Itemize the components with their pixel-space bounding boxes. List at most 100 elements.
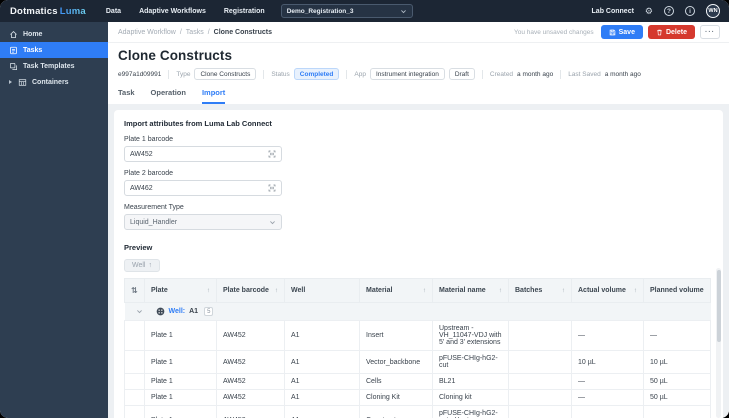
form-field-plate-1-barcode: Plate 1 barcode AW452: [124, 136, 711, 162]
arrow-up-icon: ↑: [148, 262, 152, 269]
import-card: Import attributes from Luma Lab Connect …: [114, 110, 723, 418]
group-row-well-a1[interactable]: Well: A1 5: [124, 302, 711, 321]
tasks-icon: [9, 46, 18, 55]
barcode-input[interactable]: AW452: [124, 146, 282, 162]
breadcrumb-separator: /: [179, 28, 182, 36]
app-logo[interactable]: Dotmatics Luma: [10, 6, 86, 17]
form-field-plate-2-barcode: Plate 2 barcode AW462: [124, 170, 711, 196]
user-avatar[interactable]: WN: [706, 4, 720, 18]
column-header-planned[interactable]: Planned volume: [643, 278, 711, 303]
divider: [346, 69, 348, 79]
column-header-content: Well: [291, 287, 353, 294]
scrollbar-thumb[interactable]: [716, 270, 721, 342]
row-expand-cell: [124, 389, 145, 406]
top-nav-item-adaptive-workflows[interactable]: Adaptive Workflows: [139, 8, 206, 15]
expand-all-icon[interactable]: ⇅: [124, 278, 145, 303]
draft-chip: Draft: [448, 68, 475, 80]
column-header-plate[interactable]: Plate ↑: [144, 278, 217, 303]
field-label: Plate 2 barcode: [124, 170, 174, 177]
sort-icon[interactable]: ↑: [562, 287, 565, 294]
barcode-input[interactable]: AW462: [124, 180, 282, 196]
divider: [168, 69, 170, 79]
info-icon[interactable]: i: [685, 6, 695, 16]
table-scrollbar[interactable]: [716, 268, 721, 418]
tab-task[interactable]: Task: [118, 88, 135, 104]
cell-plate: Plate 1: [144, 320, 217, 351]
table-row[interactable]: Plate 1 AW452 A1 Insert Upstream - VH_11047-…: [124, 320, 711, 351]
sort-icon[interactable]: ↑: [499, 287, 502, 294]
column-header-material[interactable]: Material ↑: [359, 278, 433, 303]
measurement-type-select[interactable]: Liquid_Handler: [124, 214, 282, 230]
column-header-material_name[interactable]: Material name ↑: [432, 278, 509, 303]
created-value: a month ago: [517, 70, 554, 78]
field-value: AW452: [130, 150, 153, 158]
table-row[interactable]: Plate 1 AW452 A1 Vector_backbone pFUSE-CHIg-…: [124, 350, 711, 374]
cell-barcode: AW452: [216, 350, 285, 374]
status-label: Status: [271, 70, 290, 78]
breadcrumb-item[interactable]: Tasks: [186, 29, 204, 36]
delete-label: Delete: [665, 28, 687, 36]
sort-icon[interactable]: ↑: [207, 287, 210, 294]
containers-icon: [18, 78, 27, 87]
help-icon[interactable]: ?: [664, 6, 674, 16]
save-button[interactable]: Save: [600, 25, 643, 39]
row-group-chip-well[interactable]: Well ↑: [124, 259, 160, 272]
cell-barcode: AW452: [216, 373, 285, 390]
topbar-right: Lab Connect ⚙ ? i WN: [592, 4, 720, 18]
breadcrumb-item[interactable]: Adaptive Workflow: [118, 29, 176, 36]
cell-batches: [508, 320, 572, 351]
row-expand-cell: [124, 373, 145, 390]
cell-batches: [508, 389, 572, 406]
cell-material: Cells: [359, 373, 433, 390]
created-label: Created: [489, 70, 514, 78]
import-form: Plate 1 barcode AW452 Plate 2 barcode AW462…: [124, 136, 711, 230]
cell-actual: —: [571, 389, 644, 406]
cell-actual: 10 µL: [571, 350, 644, 374]
top-nav-item-data[interactable]: Data: [106, 8, 121, 15]
templates-icon: [9, 62, 18, 71]
field-label: Plate 1 barcode: [124, 136, 174, 143]
tab-import[interactable]: Import: [201, 88, 226, 104]
sidebar: Home Tasks Task Templates Containers: [0, 22, 108, 418]
table-row[interactable]: Plate 1 AW452 A1 Cloning Kit Cloning kit —50 …: [124, 389, 711, 406]
settings-gear-icon[interactable]: ⚙: [645, 6, 653, 16]
sort-icon[interactable]: ↑: [423, 287, 426, 294]
sort-icon[interactable]: ↑: [634, 287, 637, 294]
column-header-well[interactable]: Well: [284, 278, 360, 303]
content-area: Import attributes from Luma Lab Connect …: [108, 104, 729, 418]
delete-button[interactable]: Delete: [647, 25, 695, 39]
table-row[interactable]: Plate 1AW452A1ConstructpFUSE-CHIg-hG2-cu…: [124, 405, 711, 418]
cell-well: A1: [284, 320, 360, 351]
column-header-barcode[interactable]: Plate barcode ↑: [216, 278, 285, 303]
column-header-actual[interactable]: Actual volume ↑: [571, 278, 644, 303]
project-select[interactable]: Demo_Registration_3: [280, 4, 413, 18]
import-section-heading: Import attributes from Luma Lab Connect: [124, 119, 272, 128]
sidebar-item-containers[interactable]: Containers: [0, 74, 108, 90]
tab-operation[interactable]: Operation: [151, 88, 186, 104]
sidebar-item-home[interactable]: Home: [0, 26, 108, 42]
lab-connect-link[interactable]: Lab Connect: [592, 8, 634, 15]
chevron-down-icon[interactable]: [136, 308, 143, 315]
column-header-batches[interactable]: Batches ↑: [508, 278, 572, 303]
cell-well: A1: [284, 373, 360, 390]
task-id: e997a1d09991: [118, 70, 162, 78]
row-expand-cell: [124, 405, 145, 418]
more-actions-button[interactable]: ···: [700, 25, 720, 39]
app-label: App: [354, 70, 366, 78]
table-row[interactable]: Plate 1 AW452 A1 Cells BL21 —50 µL: [124, 373, 711, 390]
cell-batches: [508, 373, 572, 390]
cell-well: A1: [284, 405, 360, 418]
top-nav-item-registration[interactable]: Registration: [224, 8, 265, 15]
chevron-down-icon: [400, 9, 406, 13]
main-area: Adaptive Workflow / Tasks / Clone Constructs…: [108, 22, 729, 418]
column-header-content: Plate ↑: [151, 287, 210, 294]
cell-plate: Plate 1: [144, 373, 217, 390]
sort-icon[interactable]: ↑: [275, 287, 278, 294]
column-label: Plate: [151, 287, 168, 294]
sidebar-item-task-templates[interactable]: Task Templates: [0, 58, 108, 74]
home-icon: [9, 30, 18, 39]
cell-material_name: Upstream - VH_11047-VDJ with 5' and 3' e…: [432, 320, 509, 351]
cell-batches: [508, 405, 572, 418]
caret-right-icon: [9, 80, 12, 84]
sidebar-item-tasks[interactable]: Tasks: [0, 42, 108, 58]
